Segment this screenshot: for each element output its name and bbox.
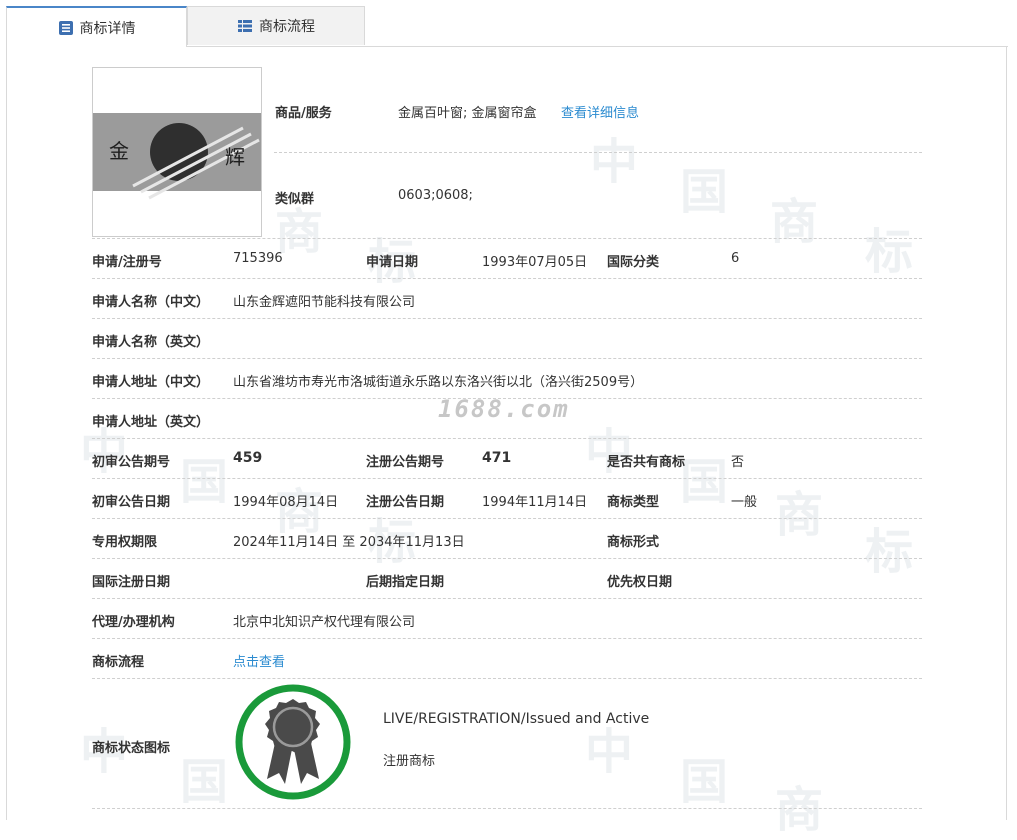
tab-trademark-process[interactable]: 商标流程 [187,6,365,45]
similar-group-value: 0603;0608; [398,188,473,203]
tab-trademark-details[interactable]: 商标详情 [6,6,187,47]
watermark-char: 标 [865,224,914,280]
reg-number-value: 715396 [233,251,283,266]
divider [92,238,922,239]
watermark-char: 国 [680,754,729,810]
divider [92,598,922,599]
similar-group-label: 类似群 [275,192,315,207]
document-list-icon [58,20,73,35]
watermark-char: 中 [590,134,639,190]
later-designation-date-label: 后期指定日期 [366,575,445,590]
reg-pub-date-label: 注册公告日期 [366,495,445,510]
status-text-en: LIVE/REGISTRATION/Issued and Active [383,711,650,727]
exclusive-term-value: 2024年11月14日 至 2034年11月13日 [233,535,465,550]
divider [92,438,922,439]
site-watermark: 1688.com [438,395,570,423]
prelim-pub-date-label: 初审公告日期 [92,495,171,510]
shared-mark-value: 否 [731,455,745,470]
mark-type-value: 一般 [731,495,758,510]
applicant-name-cn-value: 山东金辉遮阳节能科技有限公司 [233,295,416,310]
status-badge [234,683,352,801]
watermark-char: 商 [775,487,824,543]
trademark-logo: 金 辉 [93,113,261,200]
divider [92,358,922,359]
divider [92,318,922,319]
goods-services-label: 商品/服务 [275,106,332,121]
prelim-pub-no-label: 初审公告期号 [92,455,171,470]
divider [92,278,922,279]
reg-pub-date-value: 1994年11月14日 [482,495,588,510]
watermark-char: 标 [865,524,914,580]
status-icon-label: 商标状态图标 [92,741,171,756]
shared-mark-label: 是否共有商标 [607,455,686,470]
agent-label: 代理/办理机构 [92,615,175,630]
applicant-address-cn-label: 申请人地址（中文） [92,375,210,390]
intl-class-value: 6 [731,251,740,266]
applicant-address-en-label: 申请人地址（英文） [92,415,210,430]
medal-icon [235,684,351,800]
tab-label: 商标流程 [259,19,315,35]
mark-form-label: 商标形式 [607,535,660,550]
watermark-char: 国 [680,164,729,220]
divider [274,152,922,153]
exclusive-term-label: 专用权期限 [92,535,158,550]
reg-number-label: 申请/注册号 [92,255,162,270]
watermark-char: 国 [180,754,229,810]
goods-services-value: 金属百叶窗; 金属窗帘盒 [398,106,537,121]
divider [92,808,922,809]
view-process-link[interactable]: 点击查看 [233,651,285,670]
reg-pub-no-value: 471 [482,450,512,466]
applicant-address-cn-value: 山东省潍坊市寿光市洛城街道永乐路以东洛兴街以北（洛兴街2509号） [233,375,644,390]
divider [92,518,922,519]
priority-date-label: 优先权日期 [607,575,673,590]
process-label: 商标流程 [92,655,145,670]
prelim-pub-date-value: 1994年08月14日 [233,495,339,510]
view-details-link[interactable]: 查看详细信息 [561,102,639,121]
divider [92,558,922,559]
tab-label: 商标详情 [79,20,136,37]
logo-char-left: 金 [109,139,129,163]
mark-type-label: 商标类型 [607,495,660,510]
intl-reg-date-label: 国际注册日期 [92,575,171,590]
tab-bar: 商标详情 商标流程 [6,6,1008,47]
intl-class-label: 国际分类 [607,255,660,270]
logo-char-right: 辉 [225,145,245,169]
agent-value: 北京中北知识产权代理有限公司 [233,615,416,630]
prelim-pub-no-value: 459 [233,450,263,466]
reg-pub-no-label: 注册公告期号 [366,455,445,470]
divider [92,478,922,479]
watermark-char: 中 [585,424,634,480]
divider [92,678,922,679]
divider [92,638,922,639]
grid-list-icon [238,20,252,32]
status-text-cn: 注册商标 [383,754,436,769]
application-date-value: 1993年07月05日 [482,255,588,270]
watermark-char: 商 [770,194,819,250]
application-date-label: 申请日期 [366,255,419,270]
applicant-name-en-label: 申请人名称（英文） [92,335,210,350]
watermark-char: 国 [680,454,729,510]
watermark-char: 国 [180,454,229,510]
trademark-image[interactable]: 金 辉 [92,67,262,237]
watermark-char: 商 [775,782,824,838]
applicant-name-cn-label: 申请人名称（中文） [92,295,210,310]
